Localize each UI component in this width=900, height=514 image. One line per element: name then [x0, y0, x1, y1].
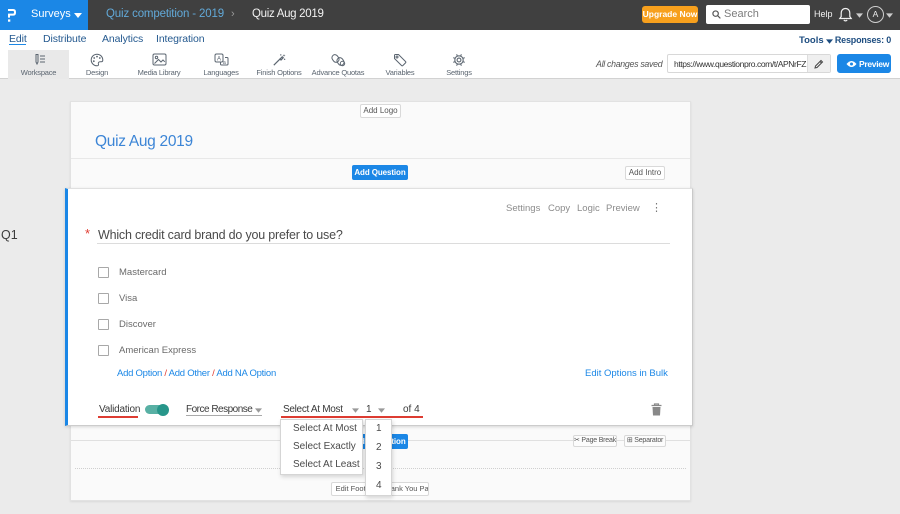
svg-text:A: A — [217, 56, 221, 62]
